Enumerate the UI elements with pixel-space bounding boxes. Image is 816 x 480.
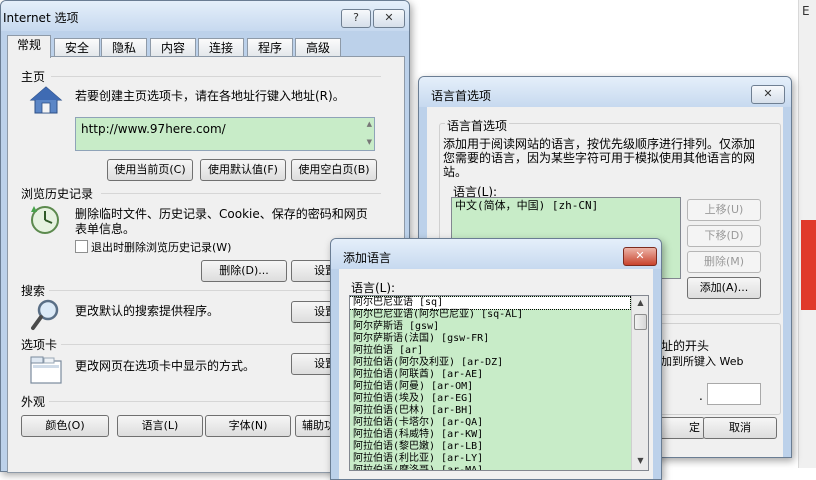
language-preference-description-line2: 您需要的语言，因为某些字符可用于模拟使用其他语言的网 (443, 151, 756, 165)
homepage-url-scroll-up[interactable]: ▲ (367, 120, 372, 128)
add-language-list-label: 语言(L): (351, 281, 396, 295)
close-button[interactable]: ✕ (373, 9, 405, 28)
language-preference-description-line3: 站。 (443, 165, 468, 179)
history-clock-icon (28, 204, 62, 236)
add-language-item[interactable]: 阿拉伯语(卡塔尔) [ar-QA] (350, 417, 630, 429)
add-language-item[interactable]: 阿拉伯语(埃及) [ar-EG] (350, 393, 630, 405)
tab-security[interactable]: 安全 (54, 38, 100, 57)
history-separator (101, 193, 381, 194)
add-language-item[interactable]: 阿拉伯语(科威特) [ar-KW] (350, 429, 630, 441)
add-language-item[interactable]: 阿尔巴尼亚语 [sq] (350, 296, 631, 310)
tabs-section-heading: 选项卡 (21, 338, 58, 352)
tabs-section-description: 更改网页在选项卡中显示的方式。 (75, 359, 256, 373)
languages-button[interactable]: 语言(L) (117, 415, 203, 437)
homepage-description: 若要创建主页选项卡，请在各地址行键入地址(R)。 (75, 89, 345, 103)
history-heading: 浏览历史记录 (21, 187, 94, 201)
add-language-item[interactable]: 阿拉伯语(阿曼) [ar-OM] (350, 381, 630, 393)
delete-history-button[interactable]: 删除(D)... (201, 260, 287, 282)
use-default-button[interactable]: 使用默认值(F) (200, 159, 286, 181)
prefix-field[interactable] (707, 383, 761, 405)
remove-language-button[interactable]: 删除(M) (687, 251, 761, 273)
scroll-thumb[interactable] (634, 314, 647, 330)
add-language-item[interactable]: 阿拉伯语(阿尔及利亚) [ar-DZ] (350, 357, 630, 369)
language-preference-group-title: 语言首选项 (445, 117, 510, 134)
language-preference-titlebar[interactable]: 语言首选项 ✕ (419, 77, 791, 107)
prefix-partial-line1: 址的开头 (661, 339, 710, 353)
use-blank-button[interactable]: 使用空白页(B) (291, 159, 377, 181)
add-language-title: 添加语言 (343, 251, 392, 265)
search-heading: 搜索 (21, 284, 46, 298)
tab-advanced[interactable]: 高级 (295, 38, 341, 57)
colors-button[interactable]: 颜色(O) (21, 415, 109, 437)
move-up-button[interactable]: 上移(U) (687, 199, 761, 221)
search-description: 更改默认的搜索提供程序。 (75, 304, 220, 318)
scroll-down-arrow-icon[interactable]: ▼ (632, 456, 648, 465)
add-language-close-button[interactable]: ✕ (623, 247, 657, 266)
add-language-items: 阿尔巴尼亚语 [sq] 阿尔巴尼亚语(阿尔巴尼亚) [sq-AL] 阿尔萨斯语 [g… (350, 296, 631, 470)
language-preference-item[interactable]: 中文(简体，中国) [zh-CN] (452, 198, 680, 214)
prefix-partial-line2: 加到所键入 Web (661, 355, 744, 368)
tab-content[interactable]: 内容 (150, 38, 196, 57)
search-separator (49, 290, 339, 291)
history-description-line2: 表单信息。 (75, 222, 136, 236)
move-down-button[interactable]: 下移(D) (687, 225, 761, 247)
internet-options-titlebar[interactable]: Internet 选项 ? ✕ (1, 1, 409, 31)
add-language-list[interactable]: 阿尔巴尼亚语 [sq] 阿尔巴尼亚语(阿尔巴尼亚) [sq-AL] 阿尔萨斯语 [g… (349, 295, 649, 471)
add-language-window: 添加语言 ✕ 语言(L): 阿尔巴尼亚语 [sq] 阿尔巴尼亚语(阿尔巴尼亚) [… (330, 238, 662, 480)
cancel-button[interactable]: 取消 (703, 417, 777, 439)
delete-on-exit-label[interactable]: 退出时删除浏览历史记录(W) (91, 239, 231, 255)
use-current-button[interactable]: 使用当前页(C) (107, 159, 193, 181)
appearance-separator (49, 401, 339, 402)
homepage-url-textarea[interactable]: http://www.97here.com/ ▲ ▼ (75, 117, 375, 151)
add-language-scrollbar[interactable]: ▲ ▼ (631, 296, 648, 470)
add-language-item[interactable]: 阿拉伯语(阿联酋) [ar-AE] (350, 369, 630, 381)
add-language-button[interactable]: 添加(A)... (687, 277, 761, 299)
add-language-item[interactable]: 阿尔萨斯语(法国) [gsw-FR] (350, 333, 630, 345)
tabs-window-icon (29, 355, 63, 385)
add-language-titlebar[interactable]: 添加语言 ✕ (331, 239, 661, 269)
homepage-url-scroll-down[interactable]: ▼ (367, 138, 372, 146)
add-language-item[interactable]: 阿拉伯语(黎巴嫩) [ar-LB] (350, 441, 630, 453)
help-button[interactable]: ? (341, 9, 371, 28)
tabs-section-separator (61, 344, 341, 345)
scroll-up-arrow-icon[interactable]: ▲ (632, 298, 648, 307)
add-language-item[interactable]: 阿尔萨斯语 [gsw] (350, 321, 630, 333)
language-preference-title: 语言首选项 (431, 89, 492, 103)
tab-general[interactable]: 常规 (7, 35, 51, 58)
background-red-strip (801, 220, 816, 310)
appearance-heading: 外观 (21, 395, 46, 409)
magnifier-icon (31, 299, 61, 331)
homepage-url-text: http://www.97here.com/ (81, 122, 226, 136)
tab-connections[interactable]: 连接 (198, 38, 244, 57)
add-language-item[interactable]: 阿尔巴尼亚语(阿尔巴尼亚) [sq-AL] (350, 309, 630, 321)
language-preference-close-button[interactable]: ✕ (751, 85, 785, 104)
prefix-field-dot: . (699, 389, 703, 403)
add-language-item[interactable]: 阿拉伯语(摩洛哥) [ar-MA] (350, 465, 630, 470)
add-language-item[interactable]: 阿拉伯语(巴林) [ar-BH] (350, 405, 630, 417)
tab-programs[interactable]: 程序 (247, 38, 293, 57)
add-language-item[interactable]: 阿拉伯语 [ar] (350, 345, 630, 357)
fonts-button[interactable]: 字体(N) (205, 415, 291, 437)
house-icon (29, 85, 63, 115)
tab-privacy[interactable]: 隐私 (101, 38, 147, 57)
background-fragment-text: E (802, 4, 810, 18)
internet-options-title: Internet 选项 (3, 11, 79, 25)
add-language-item[interactable]: 阿拉伯语(利比亚) [ar-LY] (350, 453, 630, 465)
homepage-separator (51, 76, 381, 77)
delete-on-exit-checkbox[interactable] (75, 240, 88, 253)
homepage-heading: 主页 (21, 70, 46, 84)
